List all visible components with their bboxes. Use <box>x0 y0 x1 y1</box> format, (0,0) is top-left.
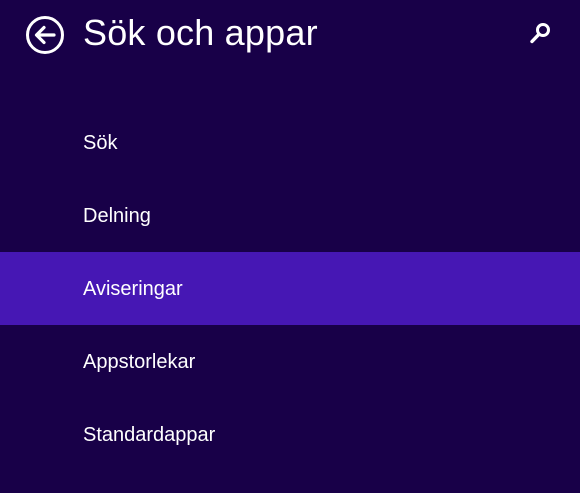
nav-item-label: Appstorlekar <box>83 350 196 373</box>
search-button[interactable] <box>526 20 554 48</box>
header: Sök och appar <box>0 0 580 80</box>
back-button[interactable] <box>25 15 65 55</box>
nav-item-standardappar[interactable]: Standardappar <box>0 398 580 471</box>
nav-item-label: Sök <box>83 131 118 154</box>
nav-item-delning[interactable]: Delning <box>0 179 580 252</box>
page-title: Sök och appar <box>83 12 318 53</box>
nav-item-label: Standardappar <box>83 423 216 446</box>
nav-item-appstorlekar[interactable]: Appstorlekar <box>0 325 580 398</box>
nav-item-aviseringar[interactable]: Aviseringar <box>0 252 580 325</box>
search-icon <box>530 23 550 44</box>
nav-item-sok[interactable]: Sök <box>0 106 580 179</box>
settings-nav-list: Sök Delning Aviseringar Appstorlekar Sta… <box>0 106 580 471</box>
nav-item-label: Aviseringar <box>83 277 183 300</box>
nav-item-label: Delning <box>83 204 151 227</box>
back-arrow-circle-icon <box>26 16 64 54</box>
